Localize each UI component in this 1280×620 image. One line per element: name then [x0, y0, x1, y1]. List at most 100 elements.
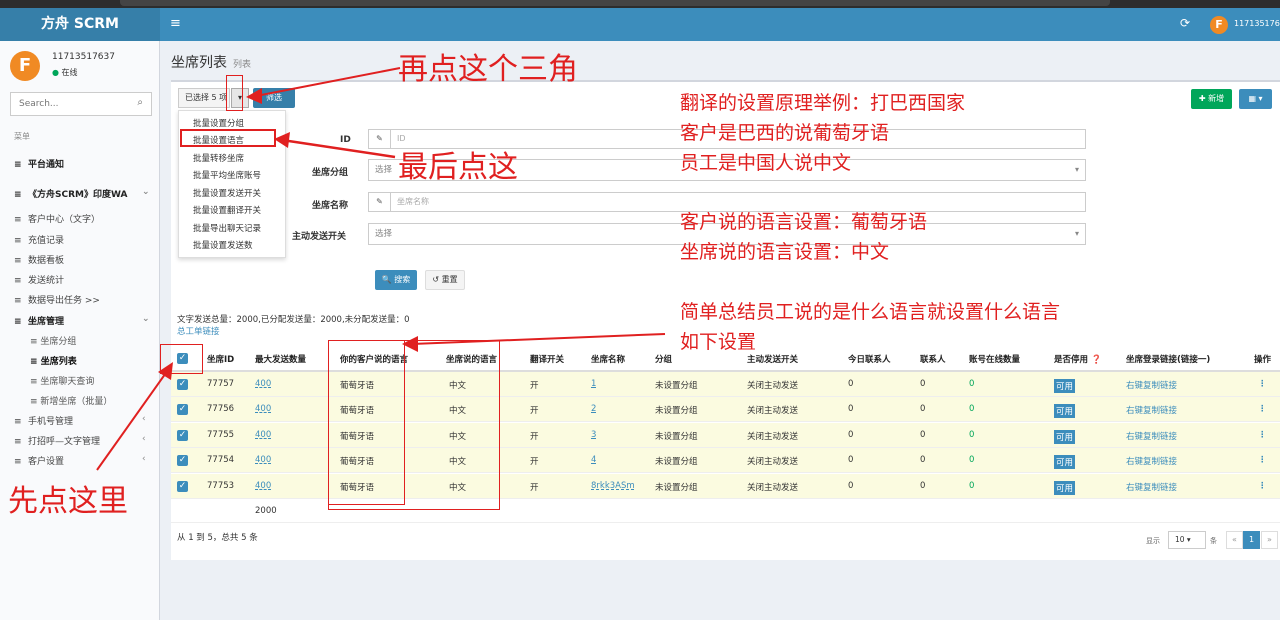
menu-item-export-chats[interactable]: 批量导出聊天记录	[193, 222, 261, 234]
page-size-select[interactable]: 10 ▾	[1168, 531, 1206, 549]
cell-login-link[interactable]: 右键复制链接	[1126, 455, 1177, 467]
sidebar-item-wa[interactable]: ≡ 《方舟SCRM》印度WA ⌄	[14, 187, 150, 200]
cell-today-contacts: 0	[848, 429, 854, 440]
list-icon: ≡	[14, 160, 22, 170]
next-page-button[interactable]: »	[1261, 531, 1278, 549]
row-checkbox[interactable]: ✓	[177, 455, 188, 467]
cell-max-send[interactable]: 400	[255, 404, 271, 414]
row-checkbox[interactable]: ✓	[177, 379, 188, 390]
page-1-button[interactable]: 1	[1243, 531, 1260, 549]
cell-max-send[interactable]: 400	[255, 430, 271, 440]
cell-login-link[interactable]: 右键复制链接	[1126, 481, 1177, 493]
cell-seat-name[interactable]: 3	[591, 430, 596, 440]
cell-login-link[interactable]: 右键复制链接	[1126, 379, 1177, 391]
navbar-username[interactable]: 11713517637	[1234, 19, 1280, 28]
menu-item-translate-switch[interactable]: 批量设置翻译开关	[193, 204, 261, 216]
cell-status-badge: 可用	[1054, 404, 1076, 419]
th-max-send[interactable]: 最大发送数量	[255, 353, 306, 365]
row-checkbox[interactable]: ✓	[177, 404, 188, 416]
menu-item-send-switch[interactable]: 批量设置发送开关	[193, 187, 261, 199]
sidebar-sub-add[interactable]: ≡ 新增坐席（批量）	[30, 394, 112, 407]
cell-max-send[interactable]: 400	[255, 379, 271, 389]
th-online[interactable]: 账号在线数量	[969, 353, 1020, 365]
cell-status-badge: 可用	[1054, 379, 1076, 393]
cell-translate: 开	[530, 457, 539, 468]
filter-button[interactable]: 筛选	[253, 88, 295, 108]
list-icon: ≡	[14, 417, 22, 427]
th-disabled[interactable]: 是否停用 ❓	[1054, 353, 1102, 365]
sidebar-sub-label: 坐席分组	[40, 337, 77, 347]
cell-login-link[interactable]: 右键复制链接	[1126, 404, 1177, 416]
row-actions-icon[interactable]: ⋮	[1258, 455, 1267, 465]
menu-item-send-count[interactable]: 批量设置发送数	[193, 239, 253, 251]
menu-item-transfer-seat[interactable]: 批量转移坐席	[193, 152, 244, 164]
row-actions-icon[interactable]: ⋮	[1258, 379, 1267, 389]
sidebar-item-phone[interactable]: ≡ 手机号管理 ‹	[14, 414, 146, 427]
menu-item-avg-accounts[interactable]: 批量平均坐席账号	[193, 169, 261, 181]
help-icon[interactable]: ❓	[1091, 355, 1102, 365]
row-checkbox[interactable]: ✓	[177, 429, 188, 441]
sidebar-item-stats[interactable]: ≡ 发送统计	[14, 273, 64, 286]
cell-translate: 开	[530, 482, 539, 493]
th-today-contacts[interactable]: 今日联系人	[848, 353, 891, 365]
ticket-link[interactable]: 总工单链接	[177, 325, 220, 337]
row-actions-icon[interactable]: ⋮	[1258, 481, 1267, 491]
cell-online: 0	[969, 379, 975, 389]
app-logo[interactable]: 方舟 SCRM	[0, 8, 160, 41]
sidebar-sub-label: 坐席列表	[40, 357, 77, 367]
search-icon[interactable]: ⌕	[137, 97, 143, 108]
cell-max-send[interactable]: 400	[255, 481, 271, 491]
cell-seat-name[interactable]: 8rkk3ASm	[591, 481, 635, 491]
sidebar-sub-label: 新增坐席（批量）	[40, 397, 113, 407]
pager-summary: 从 1 到 5，总共 5 条	[177, 533, 258, 543]
reset-button[interactable]: ↺ 重置	[425, 270, 465, 290]
row-actions-icon[interactable]: ⋮	[1258, 430, 1267, 440]
navbar-avatar[interactable]: F	[1210, 16, 1228, 34]
th-login-link[interactable]: 坐席登录链接(链接一)	[1126, 353, 1210, 365]
pencil-icon: ✎	[369, 130, 391, 148]
sidebar-sub-chat[interactable]: ≡ 坐席聊天查询	[30, 374, 94, 387]
row-actions-icon[interactable]: ⋮	[1258, 404, 1267, 414]
sidebar-sub-group[interactable]: ≡ 坐席分组	[30, 334, 76, 347]
sidebar-item-export[interactable]: ≡ 数据导出任务 >>	[14, 293, 100, 306]
th-seat-id[interactable]: 坐席ID	[207, 353, 234, 365]
annotation-note-6: 简单总结员工说的是什么语言就设置什么语言	[680, 301, 1061, 323]
menu-item-set-group[interactable]: 批量设置分组	[193, 117, 244, 129]
sidebar-item-recharge[interactable]: ≡ 充值记录	[14, 233, 64, 246]
list-icon: ≡	[14, 437, 22, 447]
columns-button[interactable]: ▦ ▾	[1239, 89, 1272, 109]
th-active-send[interactable]: 主动发送开关	[747, 353, 798, 365]
sidebar-item-dashboard[interactable]: ≡ 数据看板	[14, 253, 64, 266]
chevron-left-icon: ‹	[142, 414, 146, 424]
cell-online: 0	[969, 404, 975, 415]
prev-page-button[interactable]: «	[1226, 531, 1243, 549]
sidebar-item-settings[interactable]: ≡ 客户设置 ‹	[14, 454, 146, 467]
th-translate[interactable]: 翻译开关	[530, 353, 564, 365]
search-button[interactable]: 🔍 搜索	[375, 270, 417, 290]
annotation-note-2: 客户是巴西的说葡萄牙语	[680, 122, 890, 144]
cell-seat-name[interactable]: 4	[591, 455, 596, 465]
cell-seat-id: 77756	[207, 404, 235, 415]
menu-toggle-icon[interactable]: ≡	[170, 16, 181, 31]
sidebar-item-customers[interactable]: ≡ 客户中心（文字）	[14, 212, 100, 225]
cell-seat-name[interactable]: 2	[591, 404, 596, 414]
cell-contacts: 0	[920, 429, 926, 440]
cell-max-send[interactable]: 400	[255, 455, 271, 465]
th-contacts[interactable]: 联系人	[920, 353, 946, 365]
cell-seat-name[interactable]: 1	[591, 379, 596, 389]
search-input[interactable]	[11, 93, 121, 115]
th-seat-name[interactable]: 坐席名称	[591, 353, 625, 365]
sidebar-item-greeting[interactable]: ≡ 打招呼—文字管理 ‹	[14, 434, 146, 447]
sidebar-item-notice[interactable]: ≡ 平台通知	[14, 157, 64, 170]
group-select-value: 选择	[375, 165, 393, 175]
cell-login-link[interactable]: 右键复制链接	[1126, 430, 1177, 442]
annotation-note-3: 员工是中国人说中文	[680, 152, 852, 174]
row-checkbox[interactable]: ✓	[177, 480, 188, 492]
refresh-icon[interactable]: ⟳	[1180, 16, 1190, 30]
sidebar-item-label: 充值记录	[28, 236, 65, 246]
sidebar-sub-list[interactable]: ≡ 坐席列表	[30, 354, 77, 367]
cell-contacts: 0	[920, 379, 926, 389]
th-group[interactable]: 分组	[655, 353, 672, 365]
add-button[interactable]: ✚ 新增	[1191, 89, 1232, 109]
sidebar-item-seat-mgmt[interactable]: ≡ 坐席管理 ⌄	[14, 314, 150, 327]
